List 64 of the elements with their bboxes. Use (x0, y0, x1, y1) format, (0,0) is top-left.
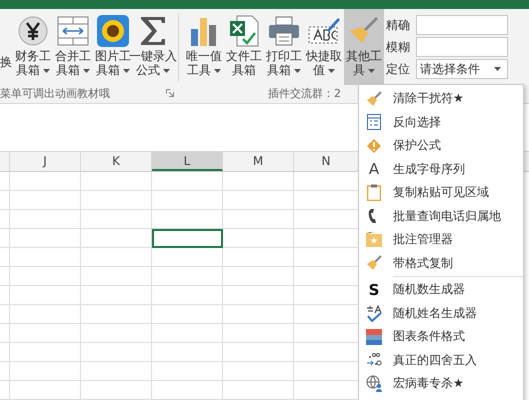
text-field[interactable] (416, 15, 508, 35)
caret-icon (83, 68, 90, 73)
menu-item[interactable]: 宏病毒专杀★ (359, 372, 523, 396)
caret-icon (368, 68, 375, 73)
text-field[interactable] (416, 37, 508, 57)
broom-icon (366, 90, 382, 107)
merge-cells-icon (57, 16, 89, 46)
color-scale-icon (366, 328, 382, 345)
letter-icon: S (368, 282, 380, 298)
field-label: 定位 (386, 60, 411, 78)
ribbon-button[interactable]: 图片工 具箱 (93, 9, 133, 85)
ribbon-button[interactable]: 唯一值 工具 (184, 9, 224, 85)
grid-cell[interactable] (152, 229, 223, 248)
caret-icon (123, 68, 130, 73)
spreadsheet-file-icon (229, 15, 259, 47)
globe-user-icon (366, 375, 382, 392)
menu-item[interactable]: 反向选择 (359, 110, 523, 134)
ribbon-button[interactable]: 财务工 具箱 (13, 9, 53, 85)
ribbon-button[interactable]: 合并工 具箱 (53, 9, 93, 85)
group-label: 菜单可调出动画教材哦 (0, 86, 110, 100)
column-header[interactable]: J (10, 152, 81, 171)
dropdown-field[interactable]: 请选择条件 (416, 59, 508, 79)
menu-item[interactable]: 图表条件格式 (359, 325, 523, 348)
caret-icon (163, 68, 170, 73)
sigma-icon (139, 15, 167, 47)
ribbon-button[interactable]: 打印工 具箱 (264, 9, 304, 85)
group-label: 插件交流群：2 (268, 86, 341, 100)
column-header[interactable]: M (223, 152, 294, 171)
menu-item[interactable]: 批量查询电话归属地 (359, 204, 523, 228)
caret-icon (294, 68, 301, 73)
column-header[interactable]: L (152, 152, 223, 171)
caret-icon (43, 68, 50, 73)
note-icon (366, 232, 382, 248)
menu-item[interactable]: 带格式复制 (359, 252, 523, 275)
ribbon-button[interactable]: 换 (0, 9, 13, 85)
field-label: 模糊 (386, 38, 411, 56)
warning-icon (366, 138, 382, 154)
edit-text-icon (307, 16, 341, 46)
yen-icon (18, 16, 48, 46)
menu-item[interactable]: 随机姓名生成器 (359, 302, 523, 325)
bar-chart-icon (190, 15, 218, 47)
menu-item[interactable]: S 随机数生成器 (359, 278, 523, 302)
field-label: 精确 (386, 16, 411, 34)
menu-item[interactable]: A 生成字母序列 (359, 158, 523, 181)
menu-item[interactable]: 保护公式 (359, 134, 523, 158)
caret-icon (494, 67, 501, 71)
ribbon-button[interactable]: 文件工 具箱 (224, 9, 264, 85)
caret-icon (214, 68, 221, 73)
menu-item[interactable]: 清除干扰符★ (359, 87, 523, 110)
name-check-icon (366, 304, 382, 322)
menu-item[interactable]: 批注管理器 (359, 228, 523, 252)
caret-icon (328, 68, 335, 73)
list-icon (367, 114, 381, 130)
menu-item[interactable]: 真正的四舍五入 (359, 348, 523, 372)
sunflower-icon (97, 15, 129, 47)
broom-icon (366, 255, 382, 272)
dialog-launcher-icon[interactable] (166, 89, 174, 97)
ribbon-button[interactable]: 快捷取 值 (304, 9, 344, 85)
printer-icon (268, 16, 300, 46)
letter-icon: A (368, 161, 380, 178)
ribbon-button[interactable]: 其他工 具 (344, 9, 384, 85)
decimal-icon (366, 352, 382, 368)
clipboard-icon (367, 184, 381, 202)
menu-item[interactable]: 复制粘贴可见区域 (359, 181, 523, 204)
